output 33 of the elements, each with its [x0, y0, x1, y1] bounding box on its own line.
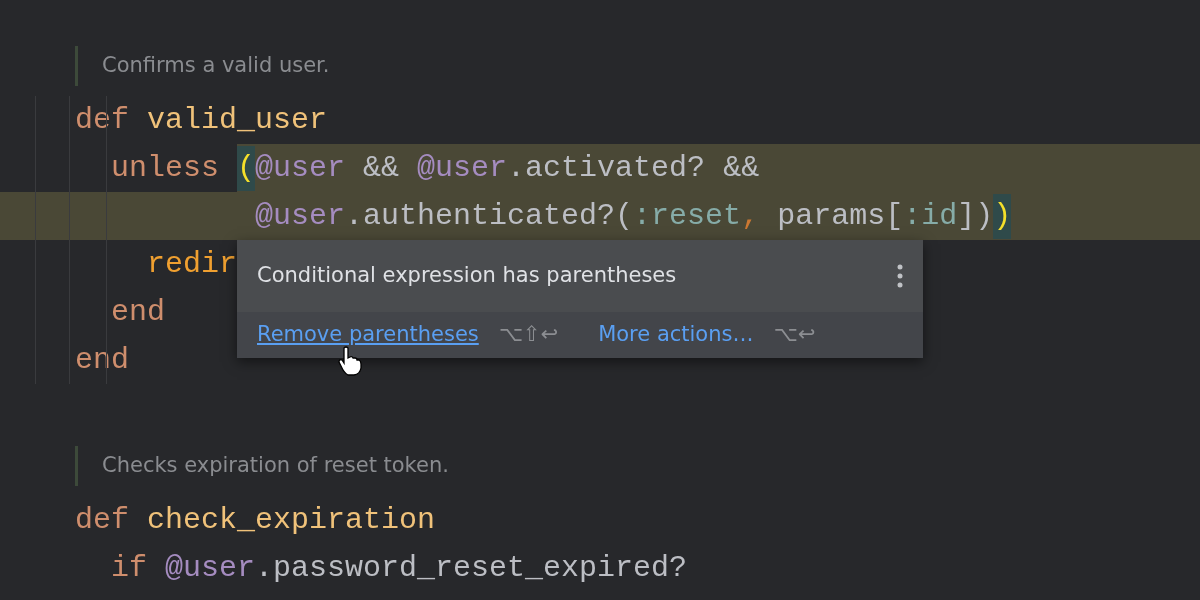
code-token: end	[75, 341, 129, 379]
bracket: (	[237, 145, 256, 191]
code-token: .password_reset_expired?	[255, 549, 688, 587]
action-link[interactable]: More actions…	[598, 319, 754, 351]
shortcut-hint: ⌥⇧↩	[498, 321, 559, 349]
code-token: :id	[903, 197, 958, 235]
code-token: redir	[146, 245, 238, 283]
code-token: params[	[777, 197, 904, 235]
code-token: check_expiration	[147, 501, 436, 539]
code-token: end	[110, 293, 165, 331]
code-token: unless	[110, 149, 221, 187]
code-token: @user	[255, 149, 346, 187]
code-token: @user	[417, 149, 508, 187]
code-token: if	[110, 549, 148, 587]
doc-comment: Confirms a valid user.	[102, 52, 330, 80]
code-token: def	[75, 501, 130, 539]
code-token: .authenticated?(	[345, 197, 634, 235]
popup-message: Conditional expression has parentheses	[257, 262, 677, 290]
doc-comment: Checks expiration of reset token.	[102, 452, 449, 480]
action-link[interactable]: Remove parentheses	[257, 319, 479, 351]
code-token: ])	[957, 197, 994, 235]
hand-cursor-icon	[338, 346, 362, 376]
code-token: &&	[362, 149, 401, 187]
code-token: .activated? &&	[507, 149, 760, 187]
code-token: ,	[741, 197, 761, 235]
code-token: @user	[254, 197, 346, 235]
more-options-icon[interactable]	[897, 264, 903, 288]
code-token: :reset	[633, 197, 742, 235]
code-token: @user	[165, 549, 256, 587]
shortcut-hint: ⌥↩	[773, 321, 816, 349]
bracket: )	[993, 193, 1012, 239]
code-token: valid_user	[147, 101, 328, 139]
code-token: def	[75, 101, 130, 139]
